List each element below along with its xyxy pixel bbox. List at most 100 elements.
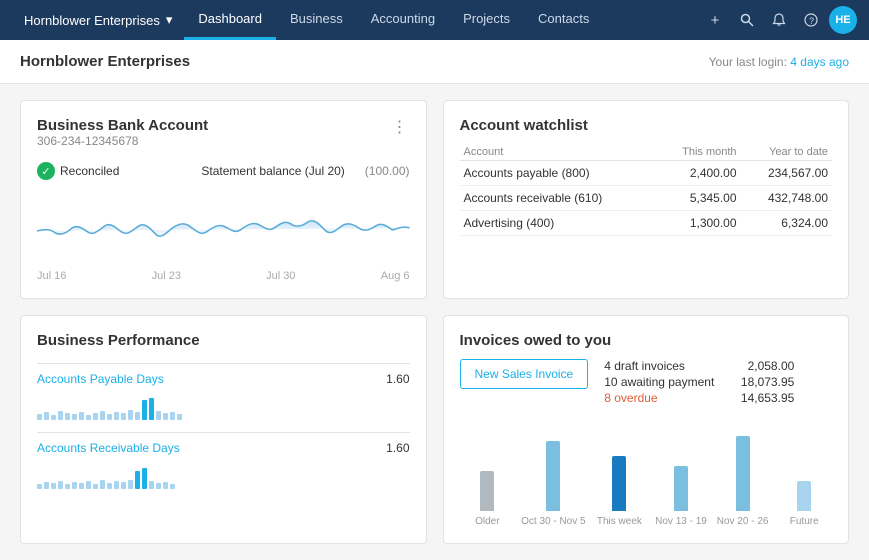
stat-amount-3: 14,653.95 xyxy=(734,391,794,405)
bar-nov13-1 xyxy=(674,466,688,511)
mini-bar xyxy=(37,484,42,489)
bar-oct-1 xyxy=(546,441,560,511)
mini-bar xyxy=(107,414,112,420)
help-button[interactable]: ? xyxy=(797,6,825,34)
page-title: Hornblower Enterprises xyxy=(20,53,190,70)
bar-pair-nov13 xyxy=(674,421,688,511)
bar-thisweek-1 xyxy=(612,456,626,511)
account-name-3: Advertising (400) xyxy=(460,211,657,236)
statement-info: Statement balance (Jul 20) (100.00) xyxy=(201,164,409,178)
check-icon: ✓ xyxy=(37,162,55,180)
bar-pair-thisweek xyxy=(612,421,626,511)
mini-bar xyxy=(107,483,112,489)
avatar[interactable]: HE xyxy=(829,6,857,34)
mini-bar xyxy=(72,414,77,420)
mini-bar xyxy=(100,480,105,489)
bar-label-oct: Oct 30 - Nov 5 xyxy=(521,516,585,527)
bank-card-title: Business Bank Account xyxy=(37,117,208,134)
mini-bar xyxy=(79,483,84,489)
nav-accounting[interactable]: Accounting xyxy=(357,0,449,40)
mini-bar xyxy=(156,411,161,420)
bar-label-future: Future xyxy=(790,516,819,527)
subheader: Hornblower Enterprises Your last login: … xyxy=(0,40,869,84)
mini-bar xyxy=(37,414,42,420)
stat-label-2: 10 awaiting payment xyxy=(604,375,714,389)
stat-row-3: 8 overdue 14,653.95 xyxy=(604,391,794,405)
perf-value-2: 1.60 xyxy=(386,441,409,455)
bar-group-nov13: Nov 13 - 19 xyxy=(653,421,709,527)
mini-bar xyxy=(121,482,126,489)
col-account: Account xyxy=(460,144,657,161)
perf-label-2[interactable]: Accounts Receivable Days xyxy=(37,441,180,455)
nav-links: Dashboard Business Accounting Projects C… xyxy=(184,0,701,40)
bank-menu-button[interactable]: ⋮ xyxy=(392,117,410,137)
chart-label-1: Jul 16 xyxy=(37,270,66,282)
mini-bar xyxy=(58,411,63,420)
add-button[interactable]: + xyxy=(701,6,729,34)
account-name-2: Accounts receivable (610) xyxy=(460,186,657,211)
mini-bar xyxy=(93,413,98,420)
mini-bar-highlight xyxy=(135,471,140,489)
nav-actions: + ? HE xyxy=(701,6,857,34)
invoice-summary: New Sales Invoice 4 draft invoices 2,058… xyxy=(460,359,833,407)
bar-group-older: Older xyxy=(460,421,516,527)
bar-pair-future xyxy=(797,421,811,511)
notifications-button[interactable] xyxy=(765,6,793,34)
col-this-month: This month xyxy=(657,144,741,161)
bar-label-older: Older xyxy=(475,516,499,527)
mini-bar-highlight xyxy=(149,398,154,420)
brand-name: Hornblower Enterprises xyxy=(24,13,160,28)
new-invoice-button[interactable]: New Sales Invoice xyxy=(460,359,589,389)
chart-label-3: Jul 30 xyxy=(266,270,295,282)
mini-bar xyxy=(100,411,105,420)
perf-label-1[interactable]: Accounts Payable Days xyxy=(37,372,164,386)
bar-nov20-1 xyxy=(736,436,750,511)
watchlist-card: Account watchlist Account This month Yea… xyxy=(443,100,850,299)
main-content: Business Bank Account 306-234-12345678 ⋮… xyxy=(0,84,869,560)
perf-value-1: 1.60 xyxy=(386,372,409,386)
mini-bar xyxy=(128,480,133,489)
help-icon: ? xyxy=(804,13,818,27)
ytd-val-3: 6,324.00 xyxy=(741,211,832,236)
mini-bar-chart-2 xyxy=(37,461,410,489)
bell-icon xyxy=(772,13,786,27)
chart-labels: Jul 16 Jul 23 Jul 30 Aug 6 xyxy=(37,270,410,282)
account-name-1: Accounts payable (800) xyxy=(460,161,657,186)
login-time-link[interactable]: 4 days ago xyxy=(790,55,849,69)
mini-bar xyxy=(51,415,56,420)
nav-business[interactable]: Business xyxy=(276,0,357,40)
mini-bar xyxy=(51,483,56,489)
mini-bar xyxy=(170,484,175,489)
perf-title: Business Performance xyxy=(37,332,410,349)
bar-pair-older xyxy=(480,421,494,511)
ytd-val-2: 432,748.00 xyxy=(741,186,832,211)
mini-bar xyxy=(156,483,161,489)
mini-bar xyxy=(44,412,49,420)
statement-label: Statement balance (Jul 20) xyxy=(201,164,344,178)
month-val-1: 2,400.00 xyxy=(657,161,741,186)
watchlist-table: Account This month Year to date Accounts… xyxy=(460,144,833,236)
invoice-stats: 4 draft invoices 2,058.00 10 awaiting pa… xyxy=(604,359,794,407)
bar-group-thisweek: This week xyxy=(592,421,648,527)
nav-projects[interactable]: Projects xyxy=(449,0,524,40)
reconcile-badge: ✓ Reconciled xyxy=(37,162,119,180)
mini-bar xyxy=(72,482,77,489)
mini-bar xyxy=(114,481,119,489)
nav-dashboard[interactable]: Dashboard xyxy=(184,0,276,40)
reconcile-row: ✓ Reconciled Statement balance (Jul 20) … xyxy=(37,162,410,180)
nav-contacts[interactable]: Contacts xyxy=(524,0,603,40)
ytd-val-1: 234,567.00 xyxy=(741,161,832,186)
brand-button[interactable]: Hornblower Enterprises ▾ xyxy=(12,12,184,28)
performance-card: Business Performance Accounts Payable Da… xyxy=(20,315,427,544)
account-number: 306-234-12345678 xyxy=(37,134,208,148)
bar-pair-oct xyxy=(546,421,560,511)
search-button[interactable] xyxy=(733,6,761,34)
invoices-title: Invoices owed to you xyxy=(460,332,833,349)
mini-bar xyxy=(86,481,91,489)
mini-bar xyxy=(79,412,84,420)
mini-bar xyxy=(177,414,182,420)
perf-row-2: Accounts Receivable Days 1.60 xyxy=(37,432,410,489)
mini-bar xyxy=(86,415,91,420)
chart-label-4: Aug 6 xyxy=(381,270,410,282)
mini-bar xyxy=(170,412,175,420)
